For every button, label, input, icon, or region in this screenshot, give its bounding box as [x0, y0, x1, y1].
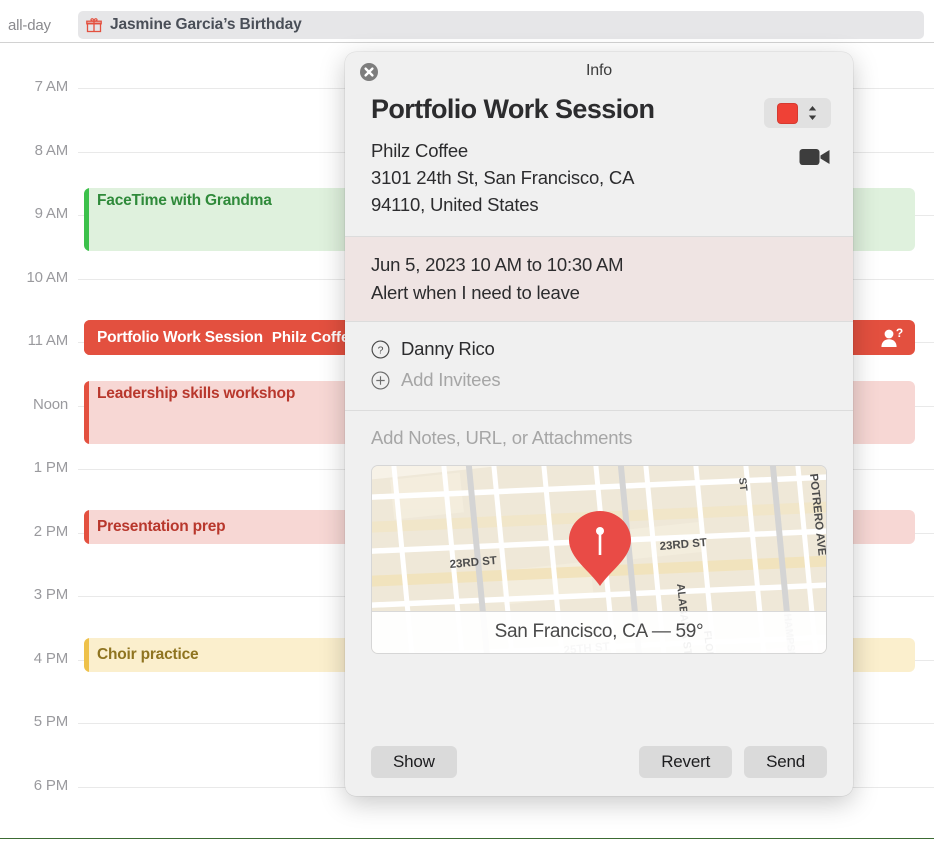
all-day-label: all-day: [8, 16, 51, 34]
location-line: Philz Coffee: [371, 140, 469, 162]
question-circle-icon: ?: [371, 340, 390, 359]
all-day-event-chip[interactable]: Jasmine Garcia’s Birthday: [78, 11, 924, 39]
video-camera-icon[interactable]: [799, 146, 831, 168]
event-title: Presentation prep: [97, 518, 226, 535]
hour-label: 4 PM: [33, 649, 68, 667]
hour-label: 2 PM: [33, 522, 68, 540]
hour-label: 7 AM: [34, 78, 69, 95]
hour-label: 11 AM: [27, 332, 69, 349]
calendar-day-view: all-day Jasmine Garcia’s Birthday 7 AM 8 …: [0, 0, 934, 850]
invitee-name: Danny Rico: [401, 338, 495, 360]
event-title: FaceTime with Grandma: [97, 192, 272, 209]
location-line: 94110, United States: [371, 194, 539, 216]
popover-invitees-block: ? Danny Rico Add Invitees: [345, 320, 853, 410]
svg-text:?: ?: [896, 328, 903, 340]
chevron-up-down-icon: [808, 106, 817, 120]
svg-text:ST: ST: [736, 477, 749, 492]
hour-label: Noon: [32, 395, 68, 413]
all-day-row: all-day Jasmine Garcia’s Birthday: [0, 8, 934, 43]
hour-label: 9 AM: [34, 205, 69, 222]
svg-text:?: ?: [378, 344, 384, 356]
map-footer-label: San Francisco, CA — 59°: [372, 610, 826, 653]
notes-placeholder: Add Notes, URL, or Attachments: [371, 426, 633, 448]
revert-button[interactable]: Revert: [639, 746, 733, 778]
location-map[interactable]: 23RD ST 23RD ST 25TH ST ALABAMA ST FLORI…: [371, 464, 827, 654]
all-day-event-title: Jasmine Garcia’s Birthday: [110, 16, 302, 33]
hour-label: 6 PM: [33, 776, 68, 794]
pending-invitee-icon: ?: [881, 328, 903, 347]
event-title: Portfolio Work Session: [97, 328, 263, 346]
location-line: 3101 24th St, San Francisco, CA: [371, 167, 635, 189]
hour-label: 8 AM: [34, 141, 69, 159]
hour-label: 5 PM: [33, 713, 68, 730]
event-alert[interactable]: Alert when I need to leave: [371, 279, 827, 307]
hour-label: 1 PM: [33, 459, 68, 476]
plus-circle-icon: [371, 371, 390, 390]
gift-icon: [86, 18, 102, 33]
add-invitees-label: Add Invitees: [401, 369, 501, 391]
invitee-row[interactable]: ? Danny Rico: [371, 334, 827, 365]
hour-label: 10 AM: [26, 268, 68, 286]
add-invitees-row[interactable]: Add Invitees: [371, 365, 827, 396]
bottom-divider: [0, 838, 934, 839]
event-info-popover: Info Portfolio Work Session Philz Coffee…: [345, 52, 853, 796]
popover-titlebar: Info: [345, 52, 853, 90]
event-title: Choir practice: [97, 646, 199, 663]
show-button[interactable]: Show: [371, 746, 457, 778]
popover-event-title[interactable]: Portfolio Work Session: [371, 94, 827, 125]
popover-header: Portfolio Work Session Philz Coffee 3101…: [345, 90, 853, 236]
popover-datetime-block: Jun 5, 2023 10 AM to 10:30 AM Alert when…: [345, 236, 853, 321]
event-datetime[interactable]: Jun 5, 2023 10 AM to 10:30 AM: [371, 251, 827, 279]
popover-title: Info: [586, 62, 612, 79]
popover-location[interactable]: Philz Coffee 3101 24th St, San Francisco…: [371, 137, 827, 218]
popover-notes-block[interactable]: Add Notes, URL, or Attachments: [345, 409, 853, 449]
send-button[interactable]: Send: [744, 746, 827, 778]
calendar-color-picker[interactable]: [764, 98, 831, 128]
hour-label: 3 PM: [33, 586, 68, 603]
color-swatch: [777, 102, 798, 124]
close-icon[interactable]: [359, 62, 379, 82]
popover-button-row: Show Revert Send: [345, 746, 853, 778]
event-title: Leadership skills workshop: [97, 385, 296, 402]
